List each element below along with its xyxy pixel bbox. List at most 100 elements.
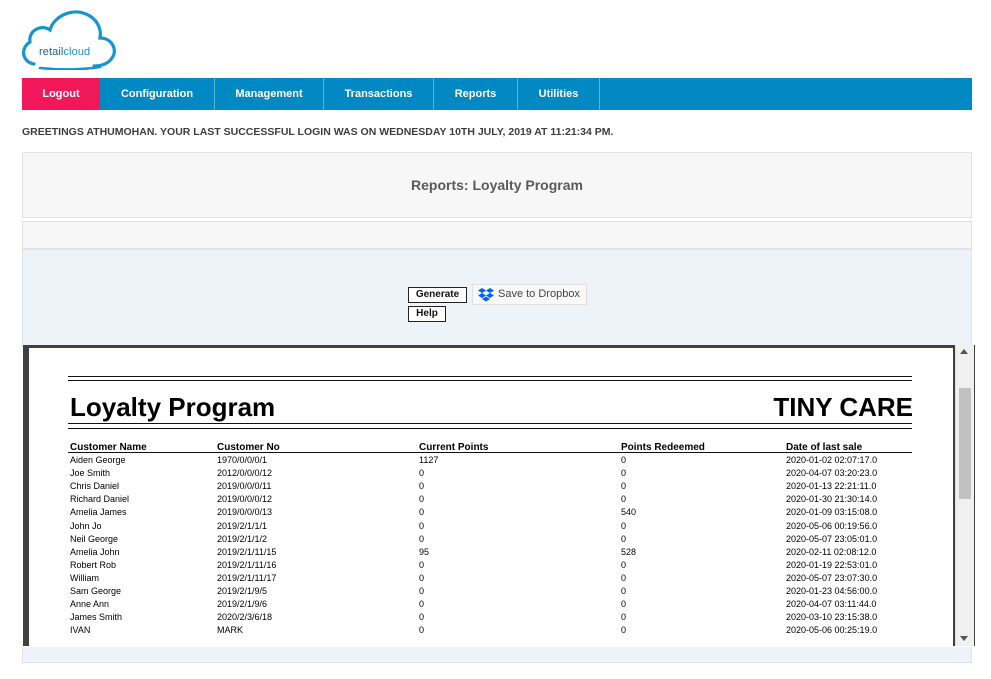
table-row: William 2019/2/1/11/17 0 0 2020-05-07 23:07:… [29, 573, 953, 586]
table-cell: 2020-03-10 23:15:38.0 [786, 612, 878, 623]
table-row: James Smith 2020/2/3/6/18 0 0 2020-03-10 23:… [29, 612, 953, 625]
table-cell: 2020-01-30 21:30:14.0 [786, 494, 878, 505]
nav-configuration[interactable]: Configuration [100, 78, 215, 110]
table-row: IVAN MARK 0 0 2020-05-06 00:25:19.0 [29, 625, 953, 638]
report-rule [68, 376, 912, 377]
table-row: Joe Smith 2012/0/0/0/12 0 0 2020-04-07 03:20… [29, 468, 953, 481]
table-cell: Joe Smith [70, 468, 111, 479]
table-cell: 2019/2/1/9/6 [217, 599, 268, 610]
save-to-dropbox-button[interactable]: Save to Dropbox [472, 284, 587, 305]
table-cell: 0 [621, 481, 627, 492]
table-cell: 0 [419, 468, 425, 479]
table-cell: 2020-01-13 22:21:11.0 [786, 481, 877, 492]
report-rule [68, 423, 912, 424]
report-footer-strip [22, 647, 972, 663]
panel-spacer [22, 221, 972, 249]
table-cell: 0 [419, 599, 425, 610]
logo-text: retailcloud [39, 46, 91, 58]
table-cell: Chris Daniel [70, 481, 120, 492]
table-cell: 0 [419, 481, 425, 492]
table-cell: Aiden George [70, 455, 126, 465]
table-cell: 0 [621, 455, 627, 465]
table-cell: 0 [419, 494, 425, 505]
table-cell: 2019/2/1/11/17 [217, 572, 277, 583]
scroll-up-arrow-icon[interactable] [960, 349, 968, 354]
report-title: Loyalty Program [70, 392, 276, 422]
help-button[interactable]: Help [408, 306, 446, 322]
table-cell: 2020-01-23 04:56:00.0 [786, 586, 878, 596]
nav-management[interactable]: Management [215, 78, 324, 110]
table-cell: 0 [419, 625, 425, 636]
column-header: Customer No [217, 442, 280, 453]
table-row: Amelia John 2019/2/1/11/15 95 528 2020-02-11… [29, 547, 953, 560]
table-row: Neil George 2019/2/1/1/2 0 0 2020-05-07 23:0… [29, 534, 953, 547]
table-row: Chris Daniel 2019/0/0/0/11 0 0 2020-01-13 22… [29, 481, 953, 494]
generate-button[interactable]: Generate [408, 287, 467, 303]
table-row: Amelia James 2019/0/0/0/13 0 540 2020-01-09 … [29, 507, 953, 520]
nav-logout[interactable]: Logout [22, 78, 100, 110]
report-company-name: TINY CARE [773, 392, 913, 422]
table-cell: MARK [217, 625, 244, 636]
main-nav: Logout Configuration Management Transaction… [22, 78, 972, 110]
column-header: Current Points [419, 442, 489, 453]
report-viewer[interactable]: Loyalty Program TINY CARE Customer Name C… [23, 345, 975, 646]
page-title: Reports: Loyalty Program [22, 152, 972, 218]
table-cell: 0 [621, 494, 627, 505]
table-cell: 528 [621, 546, 637, 557]
nav-transactions[interactable]: Transactions [324, 78, 434, 110]
report-rule [68, 428, 912, 429]
cloud-logo-icon [22, 10, 116, 70]
table-cell: 2020-05-06 00:25:19.0 [786, 625, 878, 636]
column-header: Customer Name [70, 442, 147, 453]
table-cell: 0 [419, 533, 425, 544]
table-cell: 2020-02-11 02:08:12.0 [786, 546, 877, 557]
table-cell: 2019/0/0/0/11 [217, 481, 272, 492]
retailcloud-logo[interactable]: retailcloud [20, 4, 120, 70]
table-cell: 2020-01-09 03:15:08.0 [786, 507, 878, 518]
report-controls: Generate Help Save to Dropbox [22, 249, 972, 347]
table-row: John Jo 2019/2/1/1/1 0 0 2020-05-06 00:19:56… [29, 521, 953, 534]
nav-reports[interactable]: Reports [434, 78, 518, 110]
report-scrollbar[interactable] [955, 345, 974, 646]
table-cell: 2020/2/3/6/18 [217, 612, 273, 623]
table-cell: 0 [621, 533, 627, 544]
table-cell: 2019/2/1/11/15 [217, 546, 277, 557]
table-cell: 0 [621, 625, 627, 636]
table-cell: 2019/2/1/1/1 [217, 520, 268, 531]
report-page: Loyalty Program TINY CARE Customer Name C… [29, 348, 953, 646]
table-cell: Richard Daniel [70, 494, 130, 505]
table-cell: 2019/2/1/9/5 [217, 586, 268, 596]
table-row: Robert Rob 2019/2/1/11/16 0 0 2020-01-19 22:… [29, 560, 953, 573]
table-cell: 540 [621, 507, 637, 518]
table-cell: Robert Rob [70, 559, 117, 570]
nav-utilities[interactable]: Utilities [518, 78, 600, 110]
column-header: Date of last sale [786, 442, 863, 453]
scroll-thumb[interactable] [959, 388, 971, 499]
table-cell: 95 [419, 546, 430, 557]
table-cell: 2019/2/1/1/2 [217, 533, 268, 544]
table-cell: 0 [621, 599, 627, 610]
table-cell: 0 [419, 612, 425, 623]
table-cell: 0 [621, 559, 627, 570]
table-cell: 2020-05-07 23:05:01.0 [786, 533, 878, 544]
table-cell: 0 [419, 559, 425, 570]
table-cell: Anne Ann [70, 599, 110, 610]
table-cell: 1127 [419, 455, 439, 465]
dropbox-label: Save to Dropbox [498, 288, 580, 300]
table-row: Aiden George 1970/0/0/0/1 1127 0 2020-01-02 … [29, 455, 953, 468]
scroll-down-arrow-icon[interactable] [960, 636, 968, 641]
table-cell: Sam George [70, 586, 122, 596]
table-cell: 2020-05-07 23:07:30.0 [786, 572, 878, 583]
table-cell: 0 [419, 586, 425, 596]
table-cell: John Jo [70, 520, 102, 531]
table-cell: 0 [621, 572, 627, 583]
table-cell: 0 [419, 507, 425, 518]
table-cell: 2020-05-06 00:19:56.0 [786, 520, 878, 531]
table-cell: 1970/0/0/0/1 [217, 455, 268, 465]
greeting-text: GREETINGS ATHUMOHAN. YOUR LAST SUCCESSFU… [22, 126, 614, 138]
table-cell: 2012/0/0/0/12 [217, 468, 273, 479]
table-cell: Neil George [70, 533, 119, 544]
table-cell: William [70, 572, 99, 583]
table-cell: 2020-01-19 22:53:01.0 [786, 559, 878, 570]
table-cell: 2020-04-07 03:11:44.0 [786, 599, 877, 610]
